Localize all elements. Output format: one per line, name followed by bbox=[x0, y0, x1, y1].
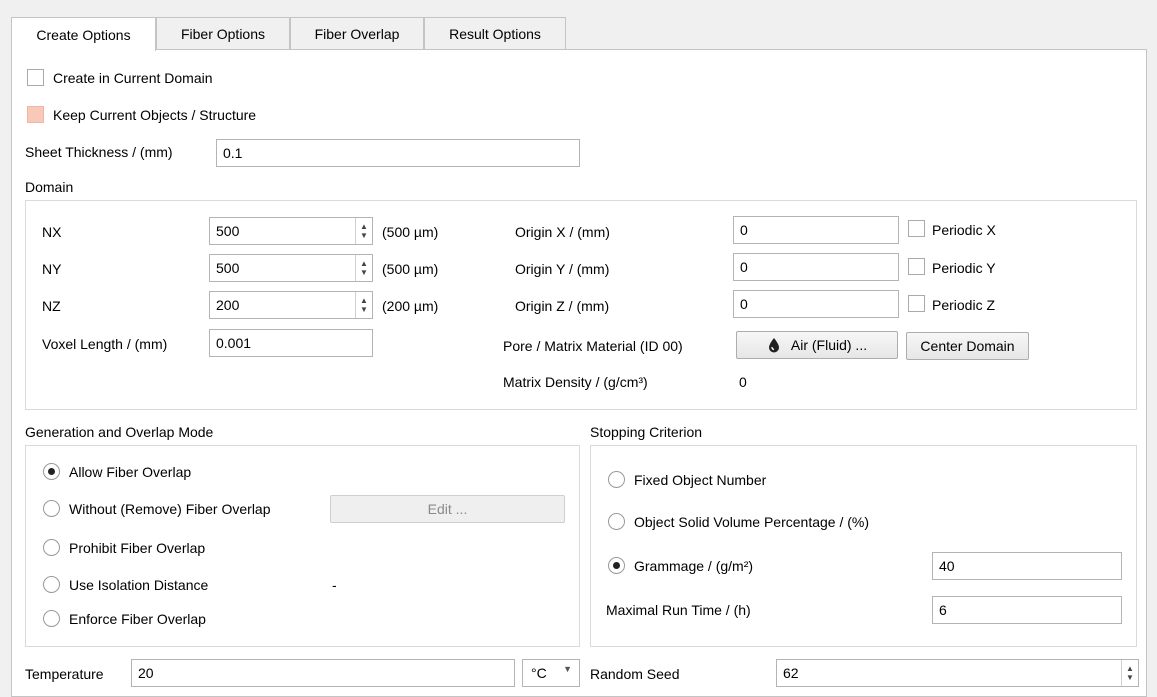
solid-volume-percentage-radio[interactable] bbox=[608, 513, 625, 530]
temperature-input[interactable]: 20 bbox=[131, 659, 515, 687]
tab-fiber-overlap[interactable]: Fiber Overlap bbox=[290, 17, 424, 50]
origin-x-label: Origin X / (mm) bbox=[515, 224, 610, 240]
nx-label: NX bbox=[42, 224, 62, 240]
matrix-density-label: Matrix Density / (g/cm³) bbox=[503, 374, 648, 390]
isolation-distance-value: - bbox=[332, 577, 337, 593]
grammage-input[interactable]: 40 bbox=[932, 552, 1122, 580]
domain-group-title: Domain bbox=[25, 179, 74, 195]
droplet-icon bbox=[768, 338, 779, 353]
solid-volume-percentage-label: Object Solid Volume Percentage / (%) bbox=[634, 514, 870, 530]
spin-buttons[interactable]: ▲ ▼ bbox=[355, 255, 372, 281]
random-seed-spinbox[interactable]: 62 ▲ ▼ bbox=[776, 659, 1139, 687]
center-domain-button[interactable]: Center Domain bbox=[906, 332, 1029, 360]
create-in-current-domain-label: Create in Current Domain bbox=[53, 70, 213, 86]
use-isolation-distance-radio[interactable] bbox=[43, 576, 60, 593]
keep-current-objects-checkbox[interactable] bbox=[27, 106, 44, 123]
max-runtime-label: Maximal Run Time / (h) bbox=[606, 602, 751, 618]
allow-fiber-overlap-label: Allow Fiber Overlap bbox=[69, 464, 192, 480]
ny-value: 500 bbox=[216, 260, 240, 276]
grammage-radio[interactable] bbox=[608, 557, 625, 574]
prohibit-fiber-overlap-label: Prohibit Fiber Overlap bbox=[69, 540, 206, 556]
sheet-thickness-input[interactable]: 0.1 bbox=[216, 139, 580, 167]
spin-buttons[interactable]: ▲ ▼ bbox=[1121, 660, 1138, 686]
matrix-density-value: 0 bbox=[739, 374, 747, 390]
stopping-group-title: Stopping Criterion bbox=[590, 424, 703, 440]
without-fiber-overlap-radio[interactable] bbox=[43, 500, 60, 517]
chevron-down-icon: ▼ bbox=[563, 664, 572, 674]
origin-z-input[interactable]: 0 bbox=[733, 290, 899, 318]
periodic-x-label: Periodic X bbox=[932, 222, 996, 238]
chevron-down-icon: ▼ bbox=[360, 268, 368, 277]
nz-label: NZ bbox=[42, 298, 61, 314]
generation-group-title: Generation and Overlap Mode bbox=[25, 424, 214, 440]
fixed-object-number-label: Fixed Object Number bbox=[634, 472, 767, 488]
ny-spinbox[interactable]: 500 ▲ ▼ bbox=[209, 254, 373, 282]
pore-material-button[interactable]: Air (Fluid) ... bbox=[736, 331, 898, 359]
prohibit-fiber-overlap-radio[interactable] bbox=[43, 539, 60, 556]
chevron-down-icon: ▼ bbox=[1126, 673, 1134, 682]
temperature-unit-select[interactable]: °C ▼ bbox=[522, 659, 580, 687]
origin-y-label: Origin Y / (mm) bbox=[515, 261, 610, 277]
pore-material-label: Pore / Matrix Material (ID 00) bbox=[503, 338, 683, 354]
enforce-fiber-overlap-radio[interactable] bbox=[43, 610, 60, 627]
periodic-y-label: Periodic Y bbox=[932, 260, 996, 276]
nz-spinbox[interactable]: 200 ▲ ▼ bbox=[209, 291, 373, 319]
chevron-up-icon: ▲ bbox=[1126, 664, 1134, 673]
edit-button[interactable]: Edit ... bbox=[330, 495, 565, 523]
voxel-length-input[interactable]: 0.001 bbox=[209, 329, 373, 357]
ny-unit: (500 µm) bbox=[382, 261, 439, 277]
without-fiber-overlap-label: Without (Remove) Fiber Overlap bbox=[69, 501, 271, 517]
nx-value: 500 bbox=[216, 223, 240, 239]
tab-fiber-options[interactable]: Fiber Options bbox=[156, 17, 290, 50]
create-in-current-domain-checkbox[interactable] bbox=[27, 69, 44, 86]
spin-buttons[interactable]: ▲ ▼ bbox=[355, 292, 372, 318]
periodic-z-label: Periodic Z bbox=[932, 297, 996, 313]
chevron-up-icon: ▲ bbox=[360, 259, 368, 268]
periodic-y-checkbox[interactable] bbox=[908, 258, 925, 275]
sheet-thickness-label: Sheet Thickness / (mm) bbox=[25, 144, 173, 160]
tab-result-options[interactable]: Result Options bbox=[424, 17, 566, 50]
max-runtime-input[interactable]: 6 bbox=[932, 596, 1122, 624]
use-isolation-distance-label: Use Isolation Distance bbox=[69, 577, 209, 593]
chevron-down-icon: ▼ bbox=[360, 231, 368, 240]
random-seed-value: 62 bbox=[783, 665, 799, 681]
tab-create-options[interactable]: Create Options bbox=[11, 17, 156, 51]
origin-z-label: Origin Z / (mm) bbox=[515, 298, 610, 314]
ny-label: NY bbox=[42, 261, 62, 277]
nz-unit: (200 µm) bbox=[382, 298, 439, 314]
allow-fiber-overlap-radio[interactable] bbox=[43, 463, 60, 480]
grammage-label: Grammage / (g/m²) bbox=[634, 558, 754, 574]
origin-y-input[interactable]: 0 bbox=[733, 253, 899, 281]
chevron-up-icon: ▲ bbox=[360, 296, 368, 305]
nz-value: 200 bbox=[216, 297, 240, 313]
origin-x-input[interactable]: 0 bbox=[733, 216, 899, 244]
temperature-unit-value: °C bbox=[531, 665, 547, 681]
chevron-down-icon: ▼ bbox=[360, 305, 368, 314]
keep-current-objects-label: Keep Current Objects / Structure bbox=[53, 107, 257, 123]
nx-unit: (500 µm) bbox=[382, 224, 439, 240]
pore-material-button-label: Air (Fluid) ... bbox=[790, 337, 868, 353]
fixed-object-number-radio[interactable] bbox=[608, 471, 625, 488]
chevron-up-icon: ▲ bbox=[360, 222, 368, 231]
spin-buttons[interactable]: ▲ ▼ bbox=[355, 218, 372, 244]
random-seed-label: Random Seed bbox=[590, 666, 680, 682]
periodic-z-checkbox[interactable] bbox=[908, 295, 925, 312]
periodic-x-checkbox[interactable] bbox=[908, 220, 925, 237]
temperature-label: Temperature bbox=[25, 666, 104, 682]
voxel-length-label: Voxel Length / (mm) bbox=[42, 336, 168, 352]
nx-spinbox[interactable]: 500 ▲ ▼ bbox=[209, 217, 373, 245]
enforce-fiber-overlap-label: Enforce Fiber Overlap bbox=[69, 611, 206, 627]
